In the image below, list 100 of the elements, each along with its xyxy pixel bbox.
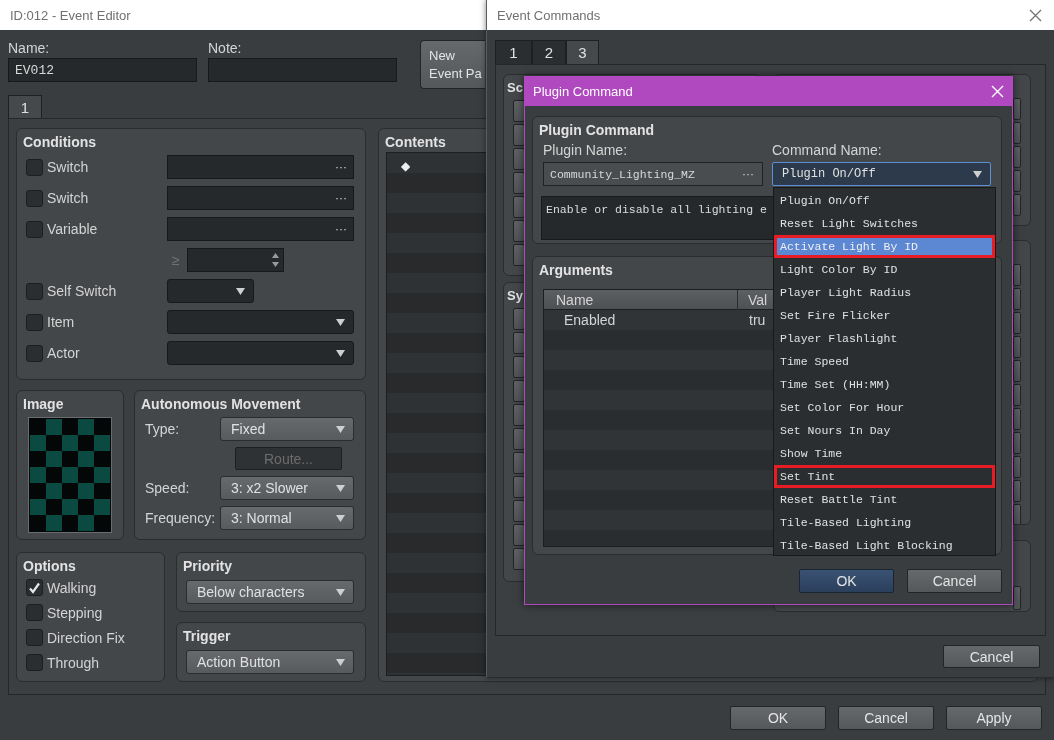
column-header[interactable]: Val [738,290,768,310]
picker-field[interactable]: ··· [167,186,354,210]
checkbox[interactable] [26,579,43,596]
condition-dropdown[interactable] [167,279,254,303]
field-label: Speed: [145,480,191,496]
type-dropdown[interactable]: Fixed [220,417,354,441]
field-label: Command Name: [772,142,882,158]
caret-icon [336,349,345,357]
event-marker: ◆ [401,159,410,173]
dropdown-option[interactable]: Time Speed [774,350,995,373]
command-button[interactable] [1013,170,1021,192]
checkbox-label: Item [47,314,76,330]
command-button[interactable] [513,524,525,546]
command-button[interactable] [1013,456,1021,478]
command-button[interactable] [513,172,525,194]
command-button[interactable] [1013,432,1021,454]
checkbox[interactable] [26,158,43,176]
checkbox-label: Stepping [47,604,103,621]
dialog-button[interactable]: OK [730,706,826,730]
checkbox-label: Switch [47,159,90,175]
checkbox[interactable] [26,629,43,646]
plugin-name-field[interactable]: Community_Lighting_MZ ··· [543,162,763,186]
command-button[interactable] [513,196,525,218]
dialog-button[interactable]: Cancel [838,706,934,730]
trigger-dropdown[interactable]: Action Button [186,650,354,674]
column-header[interactable]: Name [544,290,738,310]
dropdown-option[interactable]: Set Color For Hour [774,396,995,419]
group-title: Trigger [183,627,231,646]
name-field[interactable]: EV012 [8,58,197,82]
command-button[interactable] [513,308,525,330]
dialog-button[interactable]: Apply [946,706,1042,730]
spin-arrows-icon[interactable] [271,251,280,269]
close-icon[interactable] [1029,8,1042,22]
command-button[interactable] [513,500,525,522]
command-button[interactable] [513,476,525,498]
checkbox[interactable] [26,313,43,331]
picker-field[interactable]: ··· [167,155,354,179]
command-button[interactable] [513,404,525,426]
checkbox[interactable] [26,604,43,621]
command-button[interactable] [513,124,525,146]
command-button[interactable] [1013,264,1021,286]
command-button[interactable] [513,100,525,122]
checkbox[interactable] [26,220,43,238]
dropdown-option[interactable]: Reset Battle Tint [774,488,995,511]
dialog-button[interactable]: OK [799,569,894,593]
table-cell-text: Enabled [563,311,617,330]
speed-dropdown[interactable]: 3: x2 Slower [220,476,354,500]
dropdown-option[interactable]: Light Color By ID [774,258,995,281]
command-button[interactable] [513,220,525,242]
window-title: Plugin Command [533,84,633,99]
command-button[interactable] [1013,122,1021,144]
new-event-page-button[interactable]: New Event Pa [420,40,485,89]
command-button[interactable] [513,148,525,170]
dropdown-option[interactable]: Set Tint [774,465,995,488]
checkbox[interactable] [26,654,43,671]
priority-dropdown[interactable]: Below characters [186,580,354,604]
picker-field[interactable]: ··· [167,217,354,241]
command-button[interactable] [513,548,525,570]
dropdown-option[interactable]: Set Nours In Day [774,419,995,442]
dropdown-option[interactable]: Time Set (HH:MM) [774,373,995,396]
command-button[interactable] [1013,586,1021,610]
checkbox-label: Walking [47,579,97,596]
command-button[interactable] [1013,360,1021,382]
command-button[interactable] [1013,146,1021,168]
dropdown-option[interactable]: Player Light Radius [774,281,995,304]
dropdown-option[interactable]: Set Fire Flicker [774,304,995,327]
dropdown-option[interactable]: Player Flashlight [774,327,995,350]
command-button[interactable] [1013,288,1021,310]
command-button[interactable] [1013,504,1021,524]
caret-icon [336,425,345,433]
more-button[interactable]: ··· [742,167,754,181]
command-name-dropdown[interactable]: Plugin On/Off [772,162,991,186]
checkbox[interactable] [26,344,43,362]
dropdown-option[interactable]: Tile-Based Lighting [774,511,995,534]
checkbox[interactable] [26,189,43,207]
frequency-dropdown[interactable]: 3: Normal [220,506,354,530]
command-button[interactable] [1013,336,1021,358]
dialog-button[interactable]: Cancel [907,569,1002,593]
command-button[interactable] [513,452,525,474]
page-tab[interactable]: 1 [8,95,42,118]
command-button[interactable] [1013,480,1021,502]
note-field[interactable] [208,58,397,82]
cancel-button[interactable]: Cancel [943,645,1040,668]
dropdown-option[interactable]: Show Time [774,442,995,465]
dropdown-option[interactable]: Tile-Based Light Blocking [774,534,995,557]
command-button[interactable] [1013,98,1021,120]
command-button[interactable] [1013,384,1021,406]
command-button[interactable] [513,428,525,450]
command-button[interactable] [513,356,525,378]
command-tab[interactable]: 3 [566,40,599,64]
command-tab[interactable]: 1 [495,40,532,64]
command-button[interactable] [1013,408,1021,430]
command-tab[interactable]: 2 [532,40,566,64]
command-button[interactable] [1013,312,1021,334]
command-button[interactable] [513,380,525,402]
caret-icon [236,287,245,295]
command-button[interactable] [513,332,525,354]
command-button[interactable] [1013,194,1021,216]
checkbox[interactable] [26,282,43,300]
command-button[interactable] [513,244,525,266]
